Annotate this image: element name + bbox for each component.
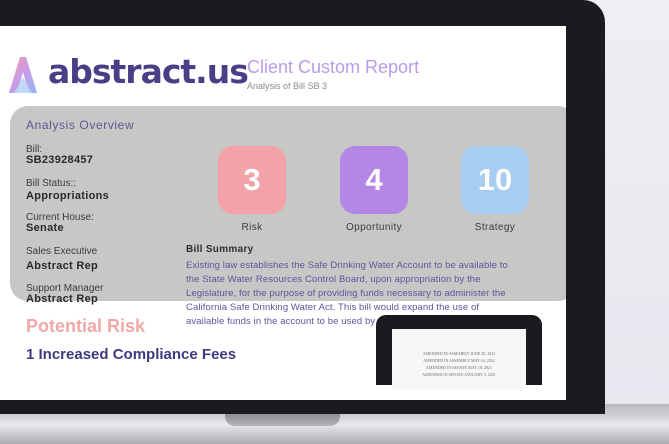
summary-line: Legislature, for the purpose of providin…	[186, 288, 506, 299]
bill-summary-heading: Bill Summary	[186, 244, 254, 255]
strategy-score-badge: 10	[461, 146, 529, 214]
potential-risk-heading: Potential Risk	[26, 316, 146, 336]
laptop-notch	[225, 414, 340, 426]
document-preview: AMENDED IN ASSEMBLY JUNE 20, 2022 AMENDE…	[376, 315, 542, 389]
report-screen: abstract.us Client Custom Report Analysi…	[0, 26, 566, 400]
risk-score-badge: 3	[218, 146, 286, 214]
opportunity-score-badge: 4	[340, 146, 408, 214]
bill-status-value: Appropriations	[26, 190, 110, 202]
report-subtitle: Analysis of Bill SB 3	[247, 81, 328, 91]
document-line: AMENDED IN SENATE JANUARY 3, 2021	[422, 372, 496, 377]
overview-title: Analysis Overview	[26, 118, 135, 132]
summary-line: California Safe Drinking Water Act. This…	[186, 302, 480, 313]
sales-executive-label: Sales Executive	[26, 246, 98, 257]
risk-item-title: 1 Increased Compliance Fees	[26, 346, 237, 363]
report-title: Client Custom Report	[247, 57, 420, 77]
document-page: AMENDED IN ASSEMBLY JUNE 20, 2022 AMENDE…	[392, 329, 526, 389]
brand-name: abstract.us	[48, 52, 249, 91]
strategy-score-label: Strategy	[474, 222, 516, 233]
summary-line: the State Water Resources Control Board,…	[186, 274, 481, 285]
analysis-overview-card: Analysis Overview Bill: SB23928457 Bill …	[10, 106, 566, 327]
risk-score-label: Risk	[241, 222, 263, 233]
support-manager-value: Abstract Rep	[26, 293, 99, 305]
document-line: AMENDED IN SENATE MAY 18, 2021	[426, 365, 492, 370]
bill-value: SB23928457	[26, 154, 94, 166]
current-house-value: Senate	[26, 222, 64, 234]
sales-executive-value: Abstract Rep	[26, 260, 99, 272]
summary-line: Existing law establishes the Safe Drinki…	[186, 260, 508, 271]
abstract-logo-icon	[9, 57, 37, 93]
opportunity-score-label: Opportunity	[345, 222, 403, 233]
bill-status-label: Bill Status::	[26, 178, 77, 189]
document-line: AMENDED IN ASSEMBLY MAY 16, 2022	[423, 358, 495, 363]
document-line: AMENDED IN ASSEMBLY JUNE 20, 2022	[422, 351, 496, 356]
laptop-frame: abstract.us Client Custom Report Analysi…	[0, 0, 605, 418]
